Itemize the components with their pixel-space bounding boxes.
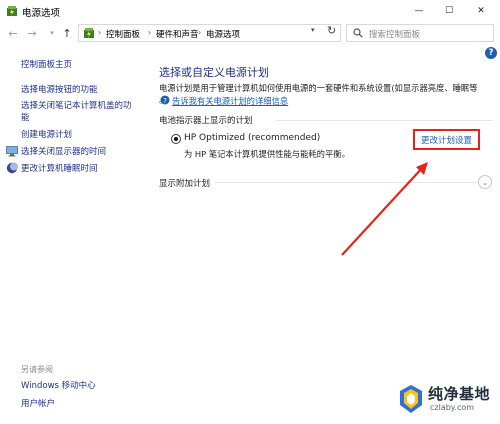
plan-radio-button[interactable] — [171, 134, 181, 144]
minimize-icon: — — [414, 6, 424, 16]
change-plan-settings-link[interactable]: 更改计划设置 — [413, 129, 480, 150]
title-bar: 电源选项 — ☐ ✕ — [0, 0, 500, 22]
see-also-heading: 另请参阅 — [21, 365, 53, 374]
maximize-icon: ☐ — [444, 6, 454, 16]
watermark-logo-icon — [400, 385, 422, 413]
breadcrumb-separator: › — [198, 28, 202, 37]
sidebar-link-mobility-center[interactable]: Windows 移动中心 — [21, 379, 96, 391]
search-box[interactable]: 搜索控制面板 — [346, 24, 494, 42]
sidebar-link-user-accounts[interactable]: 用户帐户 — [21, 397, 55, 409]
sidebar-link-lid-close-cont[interactable]: 能 — [21, 111, 30, 123]
plan-description: 为 HP 笔记本计算机提供性能与能耗的平衡。 — [184, 149, 350, 159]
search-input[interactable]: 搜索控制面板 — [369, 28, 420, 40]
maximize-button[interactable]: ☐ — [434, 0, 464, 22]
watermark: 纯净基地 czlaby.com — [398, 381, 498, 421]
sidebar-link-power-button[interactable]: 选择电源按钮的功能 — [21, 83, 98, 95]
back-button[interactable]: ← — [6, 26, 20, 40]
plan-name[interactable]: HP Optimized (recommended) — [184, 133, 320, 143]
chevron-down-icon: ▾ — [50, 29, 54, 37]
forward-button[interactable]: → — [25, 26, 39, 40]
navigation-bar: ← → ▾ ↑ › 控制面板 › 硬件和声音 › 电源选项 ▾ ↻ 搜索控制面板 — [0, 22, 500, 44]
refresh-icon[interactable]: ↻ — [327, 24, 336, 37]
power-options-icon — [7, 6, 17, 16]
watermark-name: 纯净基地 — [428, 385, 491, 403]
moon-sleep-icon — [6, 162, 18, 174]
breadcrumb-separator: › — [98, 28, 102, 37]
left-sidebar: 控制面板主页 选择电源按钮的功能 选择关闭笔记本计算机盖的功 能 创建电源计划 … — [0, 46, 150, 424]
breadcrumb-separator: › — [148, 28, 152, 37]
chevron-down-icon: ⌄ — [481, 177, 489, 187]
svg-text:?: ? — [163, 97, 167, 105]
help-icon: ? — [488, 48, 494, 58]
page-title: 选择或自定义电源计划 — [159, 66, 269, 79]
battery-plans-heading: 电池指示器上显示的计划 — [159, 116, 253, 126]
breadcrumb-control-panel[interactable]: 控制面板 — [106, 28, 140, 40]
breadcrumb-power-options[interactable]: 电源选项 — [206, 28, 240, 40]
sidebar-link-lid-close[interactable]: 选择关闭笔记本计算机盖的功 — [21, 99, 132, 111]
close-icon: ✕ — [477, 6, 485, 16]
section-divider — [215, 182, 477, 183]
address-bar[interactable]: › 控制面板 › 硬件和声音 › 电源选项 — [78, 24, 341, 42]
info-link-icon: ? — [160, 95, 170, 105]
learn-more-link[interactable]: 告诉我有关电源计划的详细信息 — [172, 95, 288, 107]
arrow-up-icon: ↑ — [62, 26, 72, 40]
address-dropdown-icon[interactable]: ▾ — [311, 26, 315, 34]
window-title: 电源选项 — [22, 8, 61, 19]
arrow-right-icon: → — [27, 26, 37, 40]
sidebar-home-link[interactable]: 控制面板主页 — [21, 58, 72, 70]
display-power-icon — [6, 146, 18, 157]
recent-locations-button[interactable]: ▾ — [45, 26, 59, 40]
up-button[interactable]: ↑ — [60, 26, 74, 40]
help-button[interactable]: ? — [485, 47, 497, 59]
show-additional-plans-heading: 显示附加计划 — [159, 179, 211, 189]
sidebar-link-sleep[interactable]: 更改计算机睡眠时间 — [6, 162, 98, 174]
minimize-button[interactable]: — — [404, 0, 434, 22]
expand-plans-button[interactable]: ⌄ — [478, 175, 492, 189]
control-panel-icon — [84, 28, 94, 38]
breadcrumb-hardware-sound[interactable]: 硬件和声音 — [156, 28, 199, 40]
watermark-url: czlaby.com — [430, 403, 475, 412]
search-icon — [353, 28, 363, 38]
close-button[interactable]: ✕ — [466, 0, 496, 22]
section-divider — [276, 120, 493, 121]
sidebar-link-create-plan[interactable]: 创建电源计划 — [21, 128, 72, 140]
arrow-left-icon: ← — [8, 26, 18, 40]
sidebar-link-display-off[interactable]: 选择关闭显示器的时间 — [6, 145, 106, 157]
